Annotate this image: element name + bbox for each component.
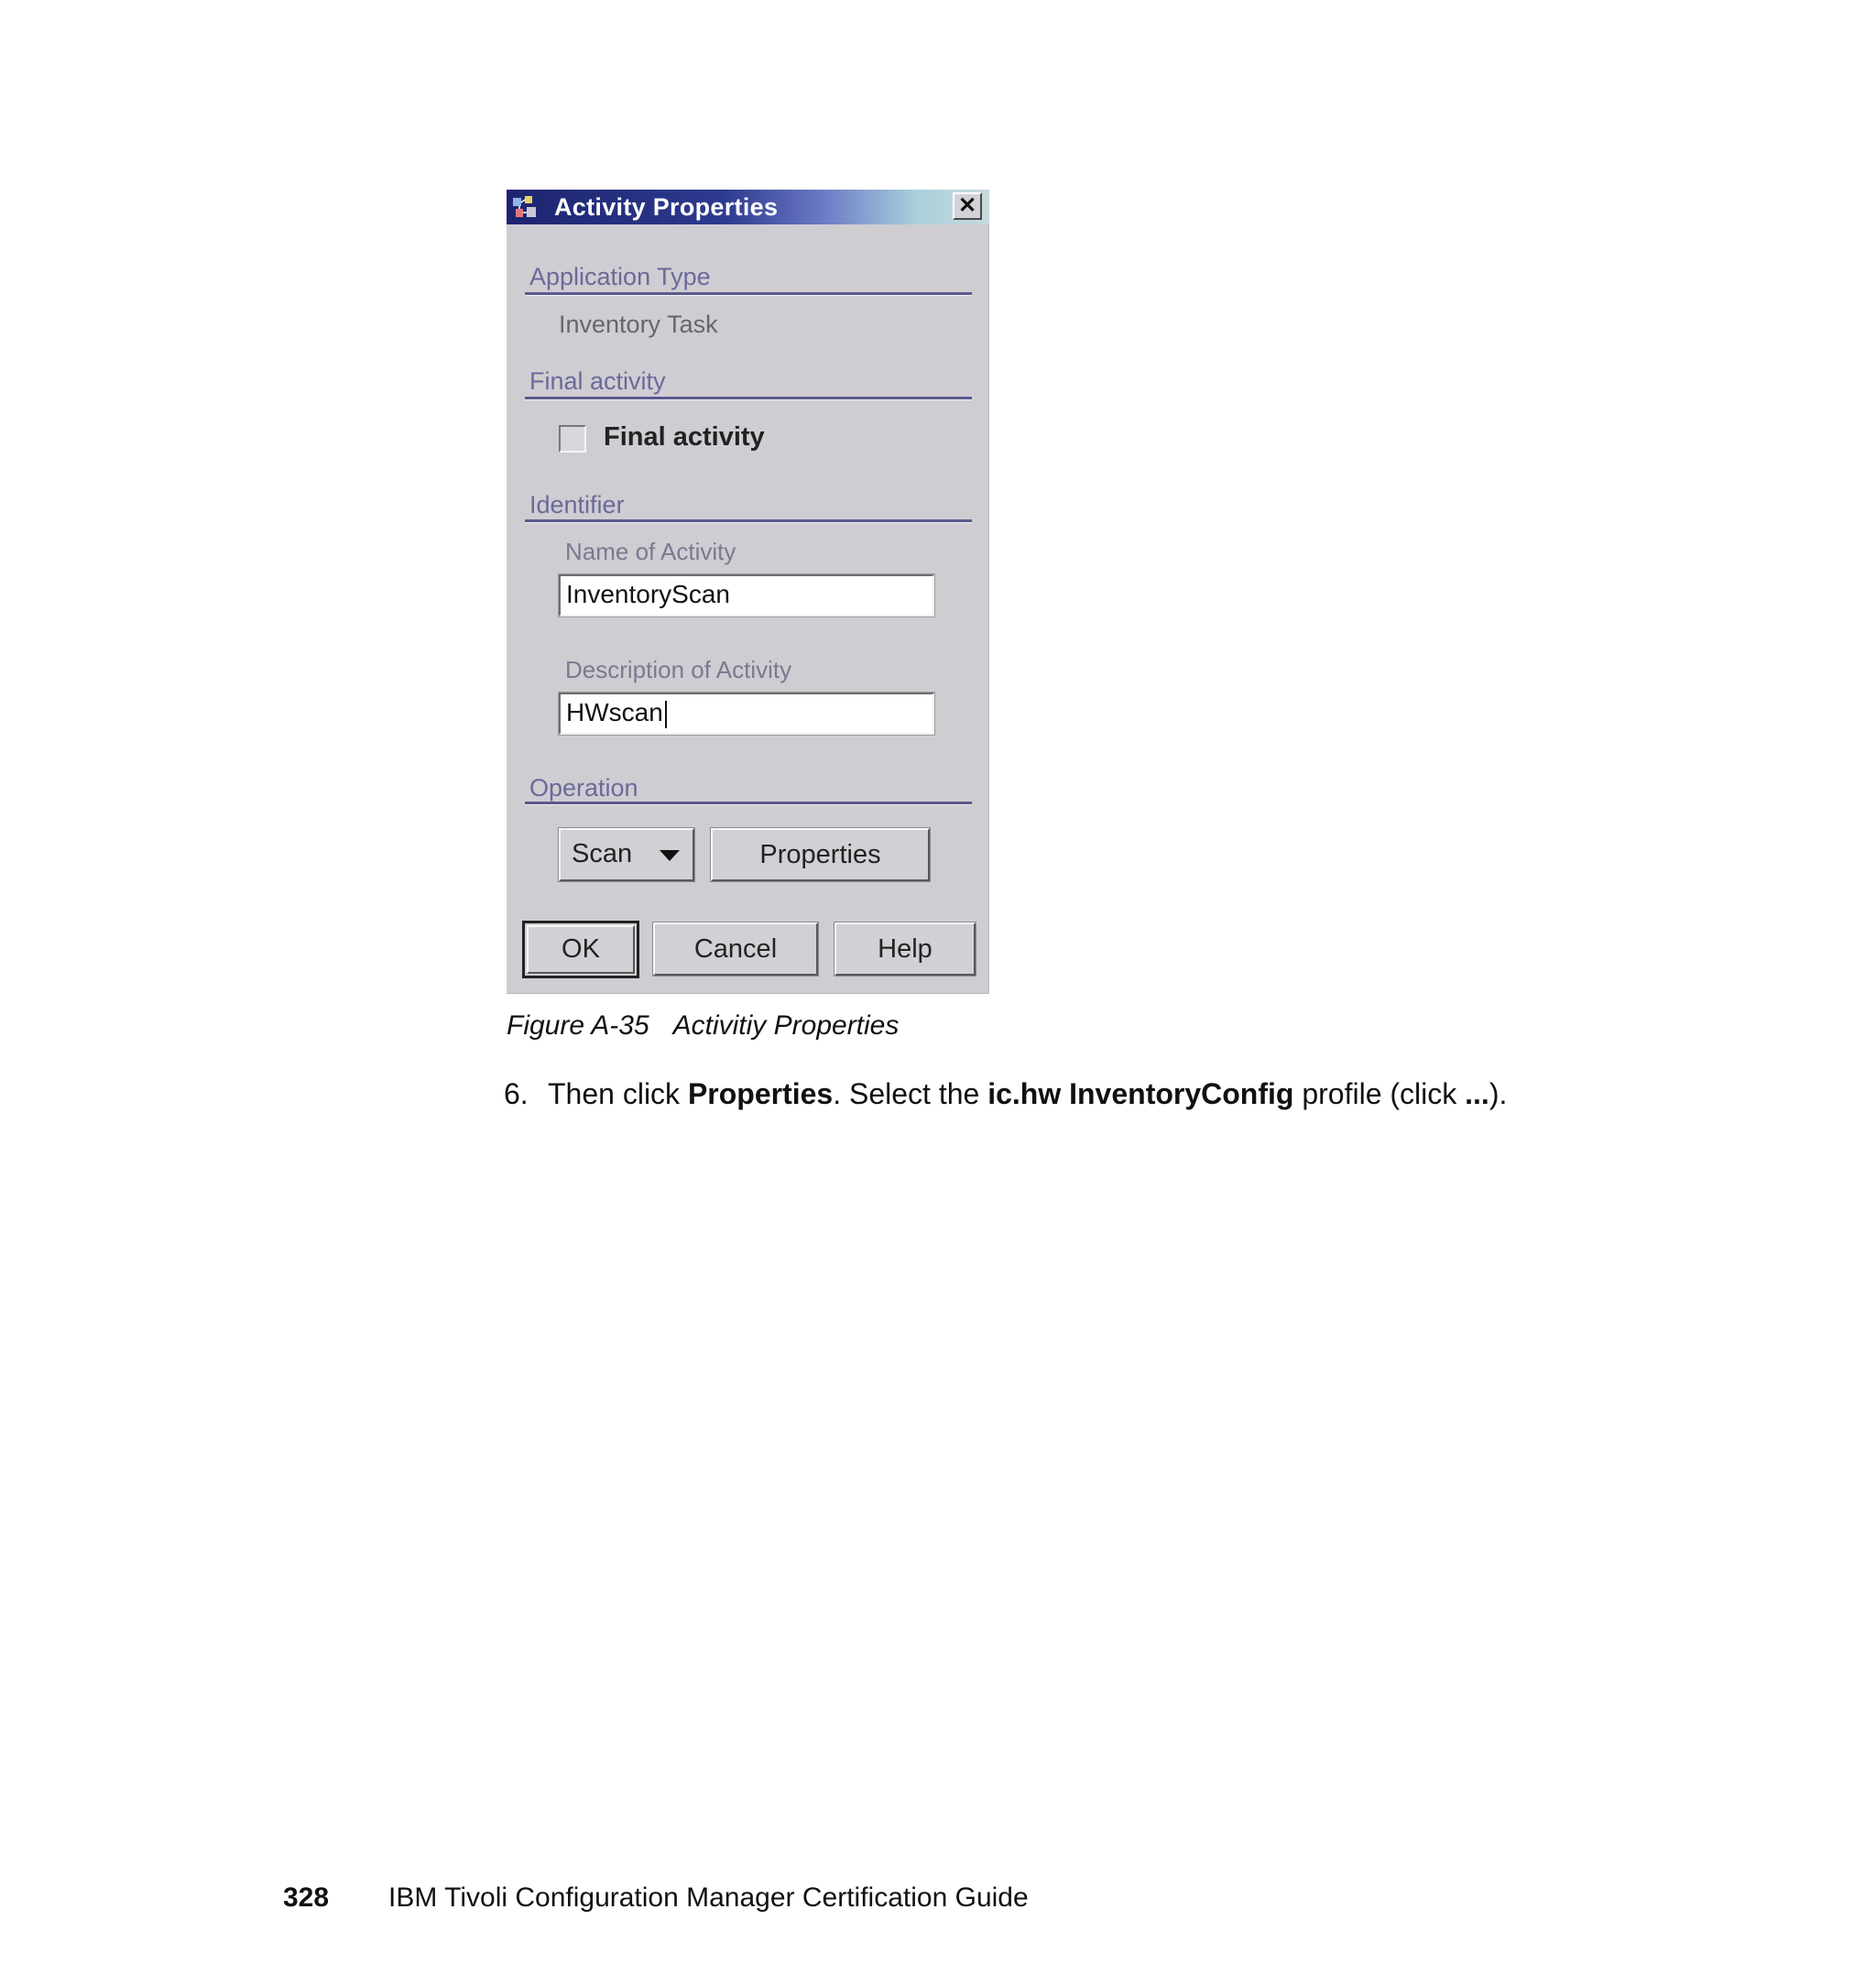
section-label-application-type: Application Type <box>529 263 711 290</box>
section-divider <box>525 519 972 523</box>
section-divider <box>525 397 972 400</box>
help-button[interactable]: Help <box>834 922 976 977</box>
step-text: profile (click <box>1293 1077 1466 1110</box>
section-label-operation: Operation <box>529 774 638 802</box>
final-activity-checkbox[interactable] <box>559 425 586 453</box>
step-number: 6. <box>504 1077 529 1110</box>
text-caret <box>664 700 667 728</box>
page-number: 328 <box>283 1882 330 1913</box>
name-of-activity-label: Name of Activity <box>565 538 736 565</box>
close-icon: ✕ <box>957 193 977 218</box>
step-text: Then click <box>548 1077 688 1110</box>
step-text: . Select the <box>833 1077 988 1110</box>
step-instruction: 6. Then click Properties. Select the ic.h… <box>504 1077 1507 1111</box>
name-of-activity-input[interactable]: InventoryScan <box>558 573 935 617</box>
title-bar[interactable]: Activity Properties ✕ <box>507 190 989 224</box>
ok-button[interactable]: OK <box>522 921 639 978</box>
dropdown-arrow-icon <box>660 850 680 861</box>
section-label-final-activity: Final activity <box>529 367 666 395</box>
book-title: IBM Tivoli Configuration Manager Certifi… <box>388 1882 1029 1913</box>
step-bold-profile: ic.hw InventoryConfig <box>987 1077 1294 1110</box>
close-button[interactable]: ✕ <box>953 192 982 220</box>
page-footer: 328 IBM Tivoli Configuration Manager Cert… <box>283 1882 1029 1914</box>
description-of-activity-input[interactable]: HWscan <box>558 692 935 736</box>
figure-number: Figure A-35 <box>507 1010 649 1041</box>
section-divider <box>525 802 972 805</box>
operation-selected-value: Scan <box>572 839 633 868</box>
dialog-title: Activity Properties <box>554 193 779 221</box>
activity-properties-dialog: Activity Properties ✕ Application Type I… <box>507 190 989 994</box>
operation-properties-button[interactable]: Properties <box>710 827 931 882</box>
final-activity-checkbox-label[interactable]: Final activity <box>604 422 765 453</box>
figure-title: Activitiy Properties <box>672 1010 900 1041</box>
section-label-identifier: Identifier <box>529 491 625 518</box>
operation-dropdown[interactable]: Scan <box>558 827 695 882</box>
figure-caption: Figure A-35 Activitiy Properties <box>507 1010 899 1042</box>
step-text: ). <box>1489 1077 1508 1110</box>
step-bold-ellipsis: ... <box>1465 1077 1489 1110</box>
step-bold-properties: Properties <box>687 1077 834 1110</box>
activity-app-icon <box>513 196 536 217</box>
description-of-activity-value: HWscan <box>566 698 663 726</box>
name-of-activity-value: InventoryScan <box>566 580 730 608</box>
cancel-button[interactable]: Cancel <box>652 922 819 977</box>
description-of-activity-label: Description of Activity <box>565 656 792 683</box>
ok-button-label: OK <box>562 934 600 964</box>
section-divider <box>525 292 972 296</box>
application-type-value: Inventory Task <box>559 311 718 338</box>
